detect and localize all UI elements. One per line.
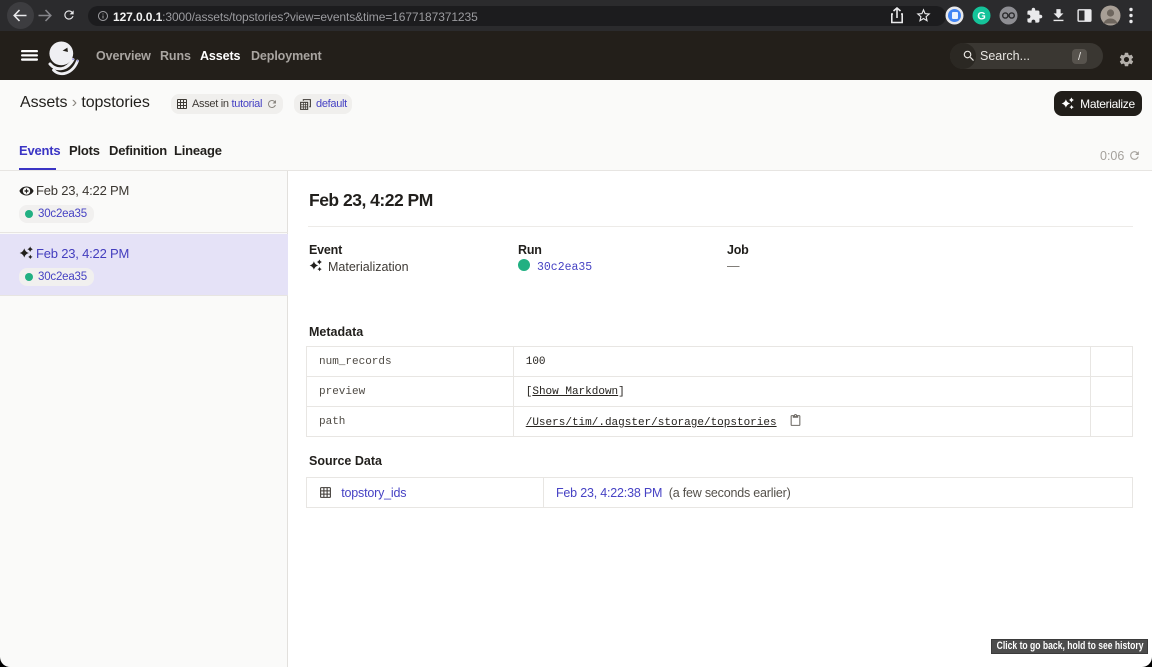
svg-text:G: G bbox=[977, 11, 986, 23]
